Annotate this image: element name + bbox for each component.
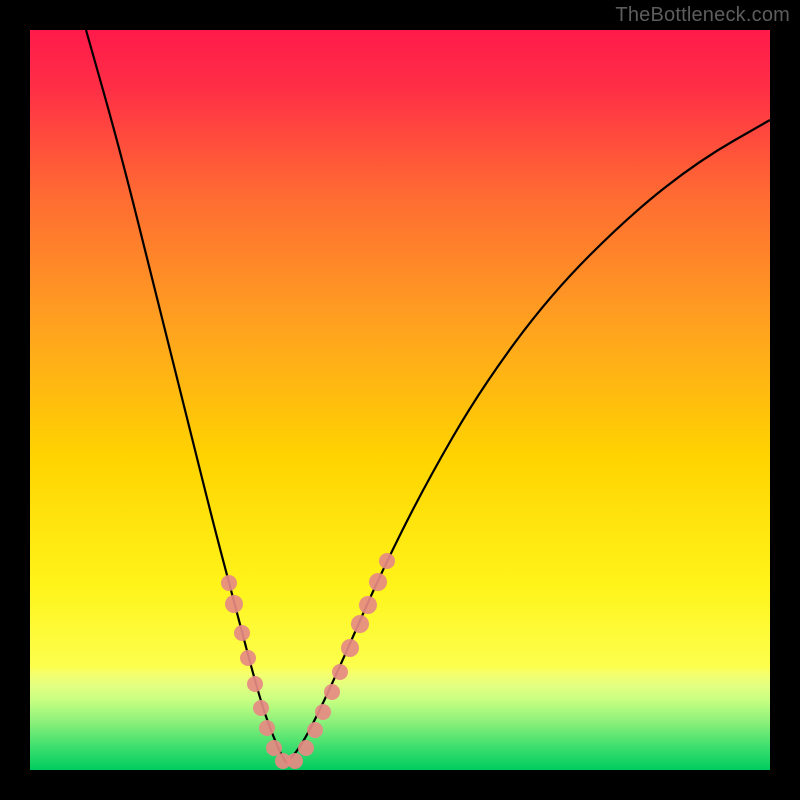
chart-frame: TheBottleneck.com xyxy=(0,0,800,800)
data-marker xyxy=(253,700,269,716)
data-marker xyxy=(221,575,237,591)
data-marker xyxy=(315,704,331,720)
data-marker xyxy=(266,740,282,756)
data-marker xyxy=(240,650,256,666)
data-marker xyxy=(259,720,275,736)
data-marker xyxy=(307,722,323,738)
chart-svg xyxy=(30,30,770,770)
data-marker xyxy=(247,676,263,692)
data-marker xyxy=(369,573,387,591)
data-marker xyxy=(379,553,395,569)
data-marker xyxy=(351,615,369,633)
data-marker xyxy=(341,639,359,657)
data-marker xyxy=(298,740,314,756)
watermark-text: TheBottleneck.com xyxy=(615,4,790,27)
data-marker xyxy=(287,753,303,769)
data-marker xyxy=(225,595,243,613)
data-marker xyxy=(359,596,377,614)
plot-area xyxy=(30,30,770,770)
data-marker xyxy=(332,664,348,680)
gradient-background xyxy=(30,30,770,770)
data-marker xyxy=(234,625,250,641)
data-marker xyxy=(324,684,340,700)
